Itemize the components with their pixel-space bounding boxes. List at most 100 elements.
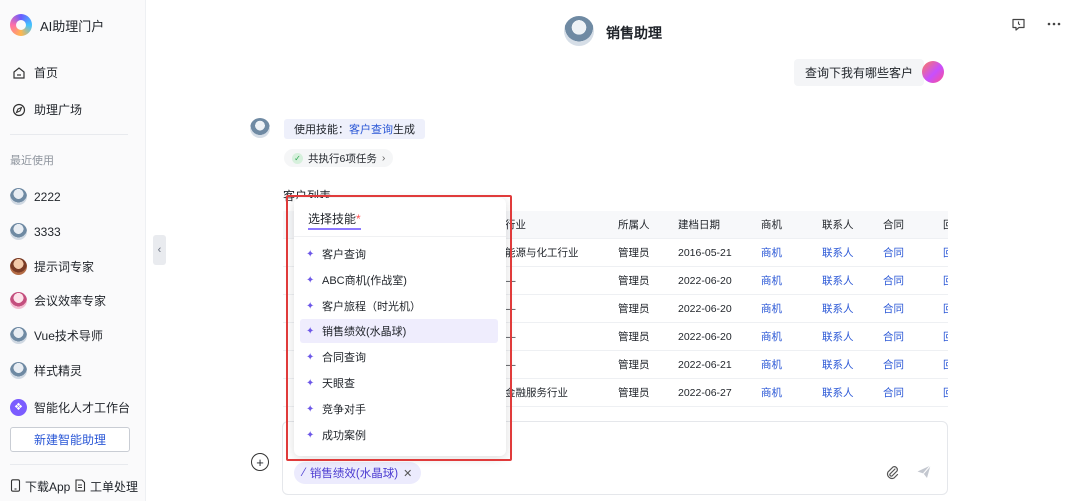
- contract-link[interactable]: 合同: [883, 351, 904, 379]
- skill-option-label: 天眼查: [322, 378, 355, 390]
- skill-option[interactable]: ✦ 竞争对手: [300, 397, 498, 421]
- dropdown-title: 选择技能*: [308, 210, 361, 230]
- date-cell: 2016-05-21: [678, 247, 732, 259]
- column-header: 商机: [761, 219, 782, 231]
- contract-link[interactable]: 合同: [883, 295, 904, 323]
- download-app-link[interactable]: 下载App: [10, 478, 70, 495]
- sidebar-collapse-button[interactable]: ‹: [153, 235, 166, 265]
- opportunity-link[interactable]: 商机: [761, 379, 782, 407]
- contact-link[interactable]: 联系人: [822, 351, 854, 379]
- payment-link[interactable]: 回: [943, 239, 948, 267]
- contact-link[interactable]: 联系人: [822, 295, 854, 323]
- robot-avatar-icon: [10, 327, 27, 344]
- skill-option[interactable]: ✦ 天眼查: [300, 371, 498, 395]
- brand-logo-icon: [10, 14, 32, 36]
- sparkle-icon: ✦: [306, 377, 315, 389]
- nav-plaza[interactable]: 助理广场: [12, 101, 82, 118]
- tasks-summary-toggle[interactable]: ✓ 共执行6项任务 ›: [284, 149, 394, 167]
- contact-link[interactable]: 联系人: [822, 267, 854, 295]
- sparkle-icon: ✦: [306, 351, 315, 363]
- recent-section-label: 最近使用: [10, 155, 54, 167]
- recent-item-talent-workbench[interactable]: ❖ 智能化人才工作台: [10, 399, 130, 416]
- chevron-right-icon: ›: [381, 152, 386, 164]
- required-mark: *: [356, 212, 361, 226]
- contract-link[interactable]: 合同: [883, 323, 904, 351]
- recent-item-3333[interactable]: 3333: [10, 223, 61, 240]
- skill-link[interactable]: 客户查询: [349, 121, 393, 137]
- owner-cell: 管理员: [618, 331, 650, 343]
- nav-home[interactable]: 首页: [12, 64, 58, 81]
- payment-link[interactable]: 回: [943, 379, 948, 407]
- phone-icon: [10, 478, 21, 495]
- robot-avatar-icon: [10, 223, 27, 240]
- expert-avatar-icon: [10, 258, 27, 275]
- payment-link[interactable]: 回: [943, 323, 948, 351]
- app-name: AI助理门户: [40, 18, 105, 34]
- user-message: 查询下我有哪些客户: [794, 59, 925, 86]
- more-icon[interactable]: [1046, 16, 1062, 32]
- skill-used-badge: 使用技能： 客户查询 生成: [284, 119, 425, 139]
- contact-link[interactable]: 联系人: [822, 323, 854, 351]
- recent-item-label: 提示词专家: [34, 260, 95, 274]
- selected-skill-label: 销售绩效(水晶球): [309, 468, 399, 480]
- skill-option-selected[interactable]: ✦ 销售绩效(水晶球): [300, 319, 498, 343]
- recent-item-meeting-expert[interactable]: 会议效率专家: [10, 292, 106, 309]
- contract-link[interactable]: 合同: [883, 379, 904, 407]
- sparkle-icon: ✦: [306, 274, 315, 286]
- opportunity-link[interactable]: 商机: [761, 351, 782, 379]
- opportunity-link[interactable]: 商机: [761, 267, 782, 295]
- sidebar-divider: [10, 134, 128, 135]
- add-icon[interactable]: +: [251, 453, 269, 471]
- selected-skill-chip[interactable]: ⁄ 销售绩效(水晶球) ✕: [294, 462, 422, 484]
- send-icon[interactable]: [916, 464, 932, 480]
- skill-option-label: 客户查询: [322, 249, 366, 261]
- contact-link[interactable]: 联系人: [822, 239, 854, 267]
- payment-link[interactable]: 回: [943, 351, 948, 379]
- column-header: 联系人: [822, 219, 854, 231]
- skill-option-label: 竞争对手: [322, 404, 366, 416]
- opportunity-link[interactable]: 商机: [761, 295, 782, 323]
- contract-link[interactable]: 合同: [883, 239, 904, 267]
- contact-link[interactable]: 联系人: [822, 379, 854, 407]
- sparkle-icon: ✦: [306, 429, 315, 441]
- skill-option[interactable]: ✦ 成功案例: [300, 423, 498, 447]
- dropdown-divider: [294, 236, 506, 237]
- paperclip-icon[interactable]: [884, 464, 900, 480]
- close-icon[interactable]: ✕: [403, 467, 412, 480]
- payment-link[interactable]: 回: [943, 267, 948, 295]
- skill-option[interactable]: ✦ 合同查询: [300, 345, 498, 369]
- recent-item-label: 2222: [34, 189, 61, 204]
- skill-prefix: 使用技能：: [294, 124, 349, 136]
- ticket-link[interactable]: 工单处理: [74, 478, 138, 495]
- user-avatar: [922, 61, 944, 83]
- home-icon: [12, 66, 26, 80]
- skill-option-label: 合同查询: [322, 352, 366, 364]
- chat-history-icon[interactable]: [1010, 16, 1026, 32]
- sparkle-icon: ✦: [306, 325, 315, 337]
- recent-item-2222[interactable]: 2222: [10, 188, 61, 205]
- column-header: 所属人: [618, 219, 650, 231]
- skill-option[interactable]: ✦ 客户旅程（时光机）: [300, 294, 498, 318]
- contract-link[interactable]: 合同: [883, 267, 904, 295]
- download-app-label: 下载App: [25, 480, 71, 494]
- new-assistant-button[interactable]: 新建智能助理: [10, 427, 130, 452]
- recent-item-style-sprite[interactable]: 样式精灵: [10, 362, 82, 379]
- brand[interactable]: AI助理门户: [10, 14, 104, 36]
- opportunity-link[interactable]: 商机: [761, 239, 782, 267]
- recent-item-label: Vue技术导师: [34, 329, 103, 343]
- payment-link[interactable]: 回: [943, 295, 948, 323]
- skill-option[interactable]: ✦ ABC商机(作战室): [300, 268, 498, 292]
- opportunity-link[interactable]: 商机: [761, 323, 782, 351]
- document-icon: [74, 478, 86, 495]
- recent-item-label: 样式精灵: [34, 364, 83, 378]
- sparkle-icon: ✦: [306, 403, 315, 415]
- owner-cell: 管理员: [618, 247, 650, 259]
- industry-cell: —: [505, 303, 516, 315]
- date-cell: 2022-06-21: [678, 359, 732, 371]
- sparkle-icon: ✦: [306, 248, 315, 260]
- column-header: 合同: [883, 219, 904, 231]
- recent-item-label: 智能化人才工作台: [34, 401, 131, 415]
- recent-item-prompt-expert[interactable]: 提示词专家: [10, 258, 94, 275]
- skill-option[interactable]: ✦ 客户查询: [300, 242, 498, 266]
- recent-item-vue-mentor[interactable]: Vue技术导师: [10, 327, 103, 344]
